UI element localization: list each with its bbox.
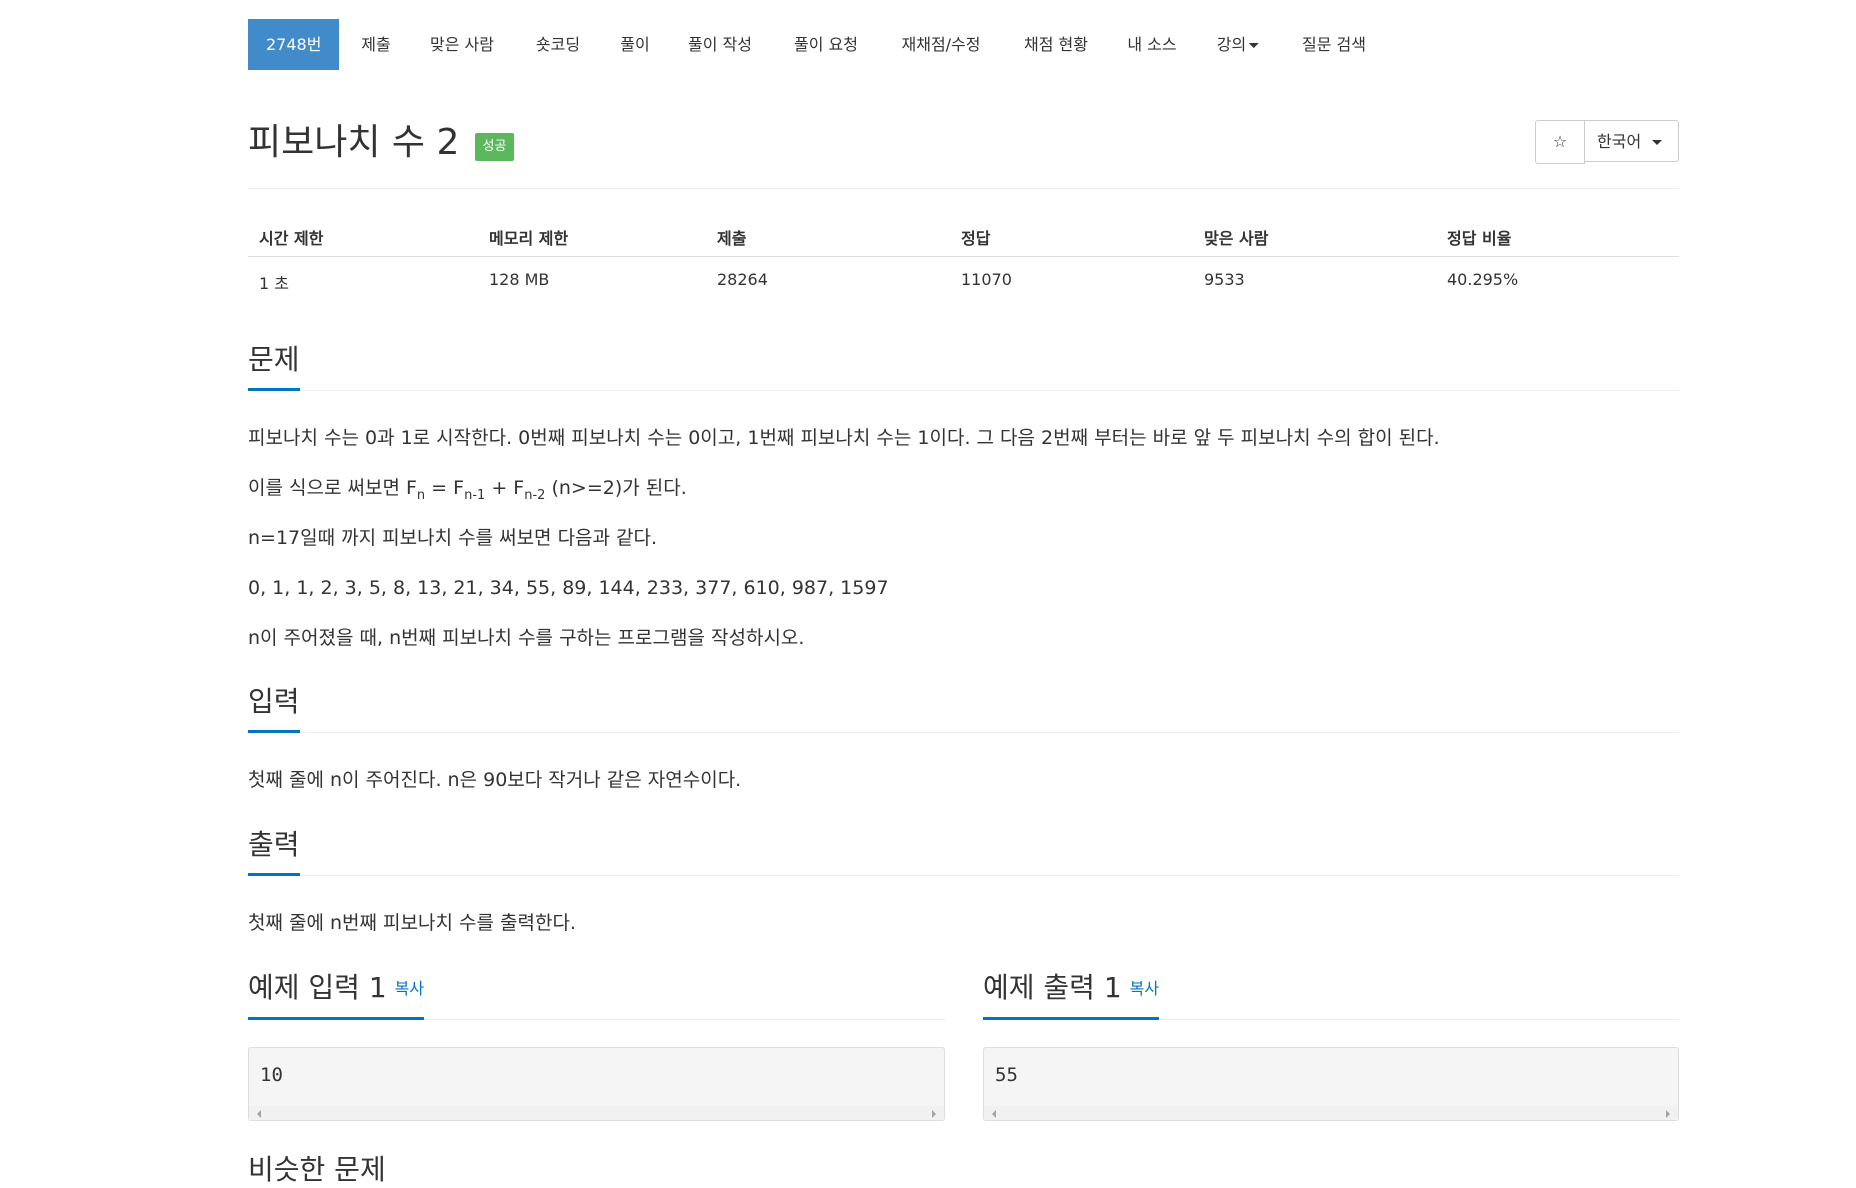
- input-section-head: 입력: [248, 682, 1679, 733]
- problem-text-2: 이를 식으로 써보면 Fn = Fn-1 + Fn-2 (n>=2)가 된다.: [248, 474, 687, 510]
- language-label: 한국어: [1597, 132, 1642, 151]
- nav-request-solution[interactable]: 풀이 요청: [794, 19, 858, 70]
- nav-submit[interactable]: 제출: [361, 19, 390, 70]
- input-text: 첫째 줄에 n이 주어진다. n은 90보다 작거나 같은 자연수이다.: [248, 769, 742, 791]
- problem-text-5: n이 주어졌을 때, n번째 피보나치 수를 구하는 프로그램을 작성하시오.: [248, 627, 805, 649]
- scroll-right-icon[interactable]: [932, 1110, 936, 1118]
- value-submissions: 28264: [717, 270, 768, 289]
- header-solved-users: 맞은 사람: [1204, 229, 1269, 248]
- chevron-down-icon: [1249, 43, 1260, 48]
- problem-text-1: 피보나치 수는 0과 1로 시작한다. 0번째 피보나치 수는 0이고, 1번째…: [248, 427, 1440, 449]
- formula-text: + F: [485, 477, 525, 499]
- section-title-problem: 문제: [248, 340, 300, 391]
- header-memory-limit: 메모리 제한: [489, 229, 569, 248]
- horizontal-scrollbar[interactable]: [984, 1106, 1678, 1120]
- copy-input-link[interactable]: 복사: [395, 979, 424, 998]
- value-accepted: 11070: [961, 270, 1012, 289]
- nav-short-coding[interactable]: 숏코딩: [536, 19, 580, 70]
- nav-status[interactable]: 채점 현황: [1024, 19, 1088, 70]
- sample-input-box[interactable]: 10: [248, 1047, 945, 1121]
- sample-output-title: 예제 출력 1 복사: [983, 968, 1160, 1020]
- chevron-down-icon: [1652, 140, 1662, 145]
- star-icon: ☆: [1552, 132, 1568, 151]
- language-select[interactable]: 한국어: [1585, 120, 1679, 162]
- nav-rejudge[interactable]: 재채점/수정: [902, 19, 981, 70]
- sample-input-title-text: 예제 입력 1: [248, 971, 387, 1004]
- formula-text: 이를 식으로 써보면 F: [248, 477, 417, 499]
- sample-input-title: 예제 입력 1 복사: [248, 968, 425, 1020]
- value-solved-users: 9533: [1204, 270, 1245, 289]
- section-divider: [248, 390, 1679, 391]
- section-title-input: 입력: [248, 682, 300, 733]
- problem-page: 2748번 제출 맞은 사람 숏코딩 풀이 풀이 작성 풀이 요청 재채점/수정…: [248, 0, 1679, 1186]
- sample-output-value: 55: [995, 1064, 1018, 1086]
- copy-output-link[interactable]: 복사: [1130, 979, 1159, 998]
- nav-solutions[interactable]: 풀이: [620, 19, 649, 70]
- problem-section-head: 문제: [248, 340, 1679, 391]
- formula-text: = F: [425, 477, 465, 499]
- output-section-head: 출력: [248, 825, 1679, 876]
- header-accept-ratio: 정답 비율: [1447, 229, 1512, 248]
- section-title-similar: 비슷한 문제: [248, 1153, 386, 1186]
- formula-sub: n-1: [464, 487, 486, 503]
- value-accept-ratio: 40.295%: [1447, 270, 1519, 289]
- section-divider: [248, 875, 1679, 876]
- nav-my-source[interactable]: 내 소스: [1127, 19, 1176, 70]
- problem-text-3: n=17일때 까지 피보나치 수를 써보면 다음과 같다.: [248, 527, 658, 549]
- star-button[interactable]: ☆: [1535, 120, 1585, 164]
- sample-output-box[interactable]: 55: [983, 1047, 1679, 1121]
- table-divider: [248, 256, 1679, 257]
- formula-text: (n>=2)가 된다.: [545, 477, 687, 499]
- header-accepted: 정답: [961, 229, 991, 248]
- sample-input-head: 예제 입력 1 복사: [248, 968, 945, 1020]
- nav-problem-number[interactable]: 2748번: [248, 19, 339, 70]
- header-time-limit: 시간 제한: [259, 229, 324, 248]
- divider: [248, 188, 1679, 189]
- scroll-left-icon[interactable]: [257, 1110, 261, 1118]
- header-submissions: 제출: [717, 229, 747, 248]
- sample-input-value: 10: [260, 1064, 283, 1086]
- formula-sub: n: [416, 487, 426, 503]
- nav-write-solution[interactable]: 풀이 작성: [688, 19, 752, 70]
- scroll-right-icon[interactable]: [1666, 1110, 1670, 1118]
- nav-solved-users[interactable]: 맞은 사람: [430, 19, 494, 70]
- scroll-left-icon[interactable]: [992, 1110, 996, 1118]
- sample-output-head: 예제 출력 1 복사: [983, 968, 1679, 1020]
- section-title-output: 출력: [248, 825, 300, 876]
- sample-output-title-text: 예제 출력 1: [983, 971, 1122, 1004]
- section-divider: [248, 732, 1679, 733]
- value-memory-limit: 128 MB: [489, 270, 550, 289]
- nav-question-search[interactable]: 질문 검색: [1302, 19, 1366, 70]
- status-badge: 성공: [474, 133, 515, 161]
- page-title: 피보나치 수 2: [248, 122, 460, 163]
- problem-nav: 2748번 제출 맞은 사람 숏코딩 풀이 풀이 작성 풀이 요청 재채점/수정…: [248, 19, 1679, 70]
- nav-lectures-dropdown[interactable]: 강의: [1216, 19, 1260, 70]
- horizontal-scrollbar[interactable]: [249, 1106, 944, 1120]
- value-time-limit: 1 초: [259, 274, 289, 293]
- nav-lectures-label: 강의: [1216, 35, 1247, 54]
- formula-sub: n-2: [524, 487, 546, 503]
- title-row: 피보나치 수 2 성공: [248, 118, 515, 168]
- title-actions: ☆ 한국어: [1535, 120, 1679, 164]
- output-text: 첫째 줄에 n번째 피보나치 수를 출력한다.: [248, 912, 576, 934]
- problem-text-4: 0, 1, 1, 2, 3, 5, 8, 13, 21, 34, 55, 89,…: [248, 577, 889, 599]
